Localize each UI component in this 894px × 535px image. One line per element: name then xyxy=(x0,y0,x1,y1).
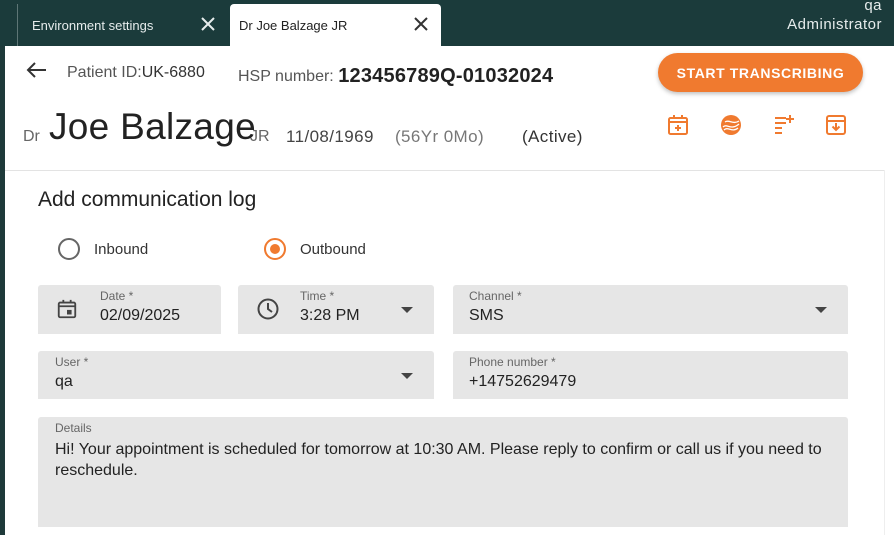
hsp-number: HSP number: 123456789Q-01032024 xyxy=(238,64,553,87)
section-title: Add communication log xyxy=(38,188,257,211)
user-label: User * xyxy=(55,355,89,369)
tab-patient[interactable]: Dr Joe Balzage JR xyxy=(230,4,441,46)
top-bar: Environment settings Dr Joe Balzage JR q… xyxy=(0,0,894,46)
details-value: Hi! Your appointment is scheduled for to… xyxy=(55,441,822,479)
clock-icon xyxy=(256,297,280,326)
time-label: Time * xyxy=(300,289,335,303)
patient-age: (56Yr 0Mo) xyxy=(395,127,485,146)
date-label: Date * xyxy=(100,289,134,303)
details-textarea[interactable]: Details Hi! Your appointment is schedule… xyxy=(38,417,848,527)
channel-label: Channel * xyxy=(469,289,522,303)
patient-id-value: UK-6880 xyxy=(141,64,205,81)
channel-select[interactable]: Channel * SMS xyxy=(453,285,848,334)
user-value: qa xyxy=(55,373,73,390)
time-field[interactable]: Time * 3:28 PM xyxy=(238,285,434,334)
status-badge: (Active) xyxy=(522,127,583,146)
details-label: Details xyxy=(55,421,92,435)
chevron-down-icon[interactable] xyxy=(815,307,827,313)
radio-label: Outbound xyxy=(300,240,366,258)
hsp-number-label: HSP number: xyxy=(238,68,334,85)
header-divider xyxy=(5,170,894,171)
user-name: qa xyxy=(864,0,882,14)
close-icon[interactable] xyxy=(411,14,431,34)
patient-panel: Patient ID:UK-6880 HSP number: 123456789… xyxy=(5,46,894,535)
scrollbar[interactable] xyxy=(884,170,894,535)
user-role: Administrator xyxy=(787,16,882,33)
tab-label: Dr Joe Balzage JR xyxy=(239,17,348,33)
phone-number-field[interactable]: Phone number * +14752629479 xyxy=(453,351,848,399)
radio-circle[interactable] xyxy=(264,238,286,260)
name-prefix: Dr xyxy=(23,128,40,145)
user-menu[interactable]: qa Administrator xyxy=(787,0,882,34)
patient-id: Patient ID:UK-6880 xyxy=(67,64,205,82)
radio-outbound[interactable]: Outbound xyxy=(264,238,366,260)
calendar-add-icon[interactable] xyxy=(666,113,690,137)
start-transcribing-button[interactable]: START TRANSCRIBING xyxy=(658,53,863,92)
date-field[interactable]: Date * 02/09/2025 xyxy=(38,285,221,334)
patient-name: Joe Balzage xyxy=(49,106,256,147)
radio-circle[interactable] xyxy=(58,238,80,260)
tab-environment-settings[interactable]: Environment settings xyxy=(17,4,228,46)
patient-id-label: Patient ID: xyxy=(67,64,142,81)
chevron-down-icon[interactable] xyxy=(401,373,413,379)
note-add-icon[interactable] xyxy=(772,113,796,137)
radio-label: Inbound xyxy=(94,240,149,258)
chevron-down-icon[interactable] xyxy=(401,307,413,313)
time-value: 3:28 PM xyxy=(300,307,360,324)
back-arrow-icon[interactable] xyxy=(25,60,47,80)
radio-inbound[interactable]: Inbound xyxy=(58,238,148,260)
globe-icon[interactable] xyxy=(719,113,743,137)
archive-download-icon[interactable] xyxy=(824,113,848,137)
name-suffix: JR xyxy=(250,128,270,145)
user-select[interactable]: User * qa xyxy=(38,351,434,399)
phone-value: +14752629479 xyxy=(469,373,577,390)
calendar-icon xyxy=(56,298,78,325)
close-icon[interactable] xyxy=(198,14,218,34)
hsp-number-value: 123456789Q-01032024 xyxy=(338,65,554,87)
date-value: 02/09/2025 xyxy=(100,307,181,324)
channel-value: SMS xyxy=(469,307,504,324)
tab-label: Environment settings xyxy=(32,17,154,33)
date-of-birth: 11/08/1969 xyxy=(286,127,374,146)
phone-label: Phone number * xyxy=(469,355,556,369)
